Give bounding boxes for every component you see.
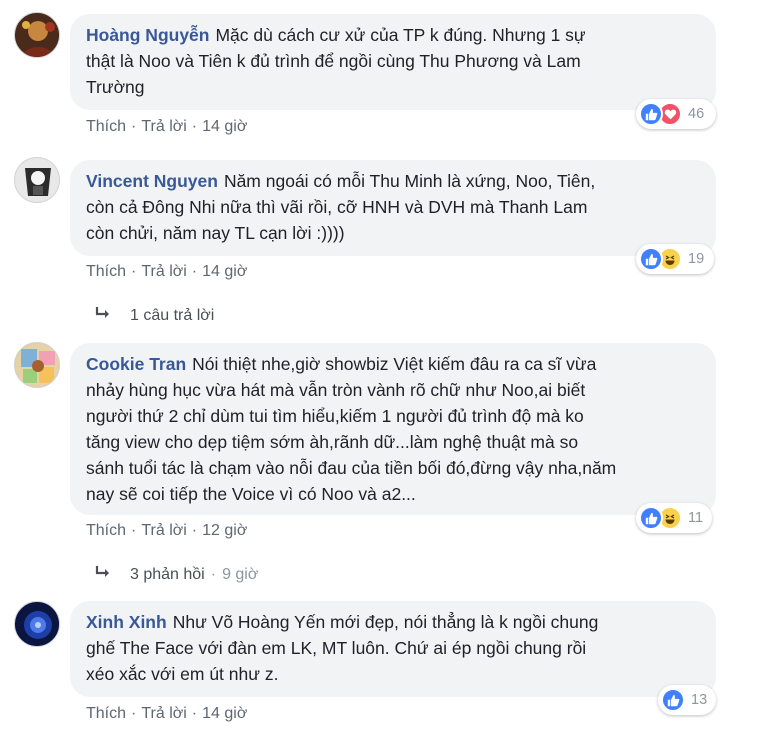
- reaction-count: 13: [691, 692, 708, 708]
- comment-text-line: nhảy hùng hục vừa hát mà vẫn tròn vành r…: [86, 380, 586, 400]
- comment-text-line: tăng view cho dẹp tiệm sớm àh,rãnh dữ...…: [86, 432, 579, 452]
- avatar[interactable]: [14, 12, 60, 58]
- reactions-summary[interactable]: 46: [636, 99, 716, 129]
- reactions-summary[interactable]: 13: [658, 685, 716, 715]
- replies-count-text[interactable]: 3 phản hồi: [130, 566, 205, 584]
- reaction-count: 19: [688, 251, 705, 267]
- like-link[interactable]: Thích: [86, 263, 126, 280]
- comment-text-line: nay sẽ coi tiếp the Voice vì có Noo và a…: [86, 484, 416, 504]
- separator-dot: ·: [191, 705, 198, 722]
- separator-dot: ·: [131, 263, 137, 280]
- comment-text-line: xéo xắc với em út như z.: [86, 664, 279, 684]
- comment-time[interactable]: 14 giờ: [202, 118, 247, 135]
- comment-bubble: Cookie Tran Nói thiệt nhe,giờ showbiz Việ…: [70, 343, 716, 515]
- reply-link[interactable]: Trả lời: [141, 522, 186, 539]
- reply-link[interactable]: Trả lời: [141, 118, 186, 135]
- comment-text-line: Trường: [86, 77, 145, 97]
- view-replies-link[interactable]: 3 phản hồi · 9 giờ: [94, 565, 258, 584]
- comment-text-line: sánh tuổi tác là chạm vào nỗi đau của ti…: [86, 458, 617, 478]
- comment-text-line: người thứ 2 chỉ dùm tui tìm hiểu,kiếm 1 …: [86, 406, 584, 426]
- separator-dot: ·: [131, 522, 137, 539]
- comment-actions: Thích · Trả lời · 14 giờ: [86, 117, 247, 137]
- comment-author[interactable]: Vincent Nguyen: [86, 171, 218, 191]
- avatar[interactable]: [14, 601, 60, 647]
- like-icon: [639, 247, 663, 271]
- reply-arrow-icon: [94, 565, 112, 584]
- comment-text-line: Năm ngoái có mỗi Thu Minh là xứng, Noo, …: [223, 171, 596, 191]
- reaction-count: 46: [688, 106, 705, 122]
- comment-text-line: ghế The Face với đàn em LK, MT luôn. Chứ…: [86, 638, 587, 658]
- comment-actions: Thích · Trả lời · 12 giờ: [86, 521, 247, 541]
- comment-bubble: Xinh Xinh Như Võ Hoàng Yến mới đẹp, nói t…: [70, 601, 716, 697]
- separator-dot: ·: [131, 118, 137, 135]
- comment-text-line: thật là Noo và Tiên k đủ trình để ngồi c…: [86, 51, 581, 71]
- comment-bubble: Hoàng Nguyễn Mặc dù cách cư xử của TP k đ…: [70, 14, 716, 110]
- comment-time[interactable]: 14 giờ: [202, 263, 247, 280]
- comment-author[interactable]: Hoàng Nguyễn: [86, 25, 209, 45]
- separator-dot: ·: [191, 263, 198, 280]
- comment-actions: Thích · Trả lời · 14 giờ: [86, 704, 247, 724]
- comment-author[interactable]: Xinh Xinh: [86, 612, 167, 632]
- reply-arrow-icon: [94, 306, 112, 325]
- like-link[interactable]: Thích: [86, 705, 126, 722]
- like-icon: [639, 102, 663, 126]
- comment-text-line: còn chửi, năm nay TL cạn lời :)))): [86, 223, 345, 243]
- comment-actions: Thích · Trả lời · 14 giờ: [86, 262, 247, 282]
- reactions-summary[interactable]: 19: [636, 244, 714, 274]
- reaction-count: 11: [688, 510, 704, 526]
- comment-time[interactable]: 14 giờ: [202, 705, 247, 722]
- comment-text-line: Như Võ Hoàng Yến mới đẹp, nói thẳng là k…: [172, 612, 599, 632]
- replies-time: 9 giờ: [222, 565, 259, 583]
- separator-dot: ·: [131, 705, 137, 722]
- separator-dot: ·: [210, 565, 217, 583]
- comment-time[interactable]: 12 giờ: [202, 522, 247, 539]
- comment-author[interactable]: Cookie Tran: [86, 354, 186, 374]
- avatar[interactable]: [14, 157, 60, 203]
- like-icon: [639, 506, 663, 530]
- comment-bubble: Vincent Nguyen Năm ngoái có mỗi Thu Minh …: [70, 160, 716, 256]
- avatar[interactable]: [14, 342, 60, 388]
- like-link[interactable]: Thích: [86, 522, 126, 539]
- reply-link[interactable]: Trả lời: [141, 263, 186, 280]
- reply-link[interactable]: Trả lời: [141, 705, 186, 722]
- separator-dot: ·: [191, 118, 198, 135]
- comment-text-line: Mặc dù cách cư xử của TP k đúng. Nhưng 1…: [215, 25, 586, 45]
- view-replies-link[interactable]: 1 câu trả lời: [94, 306, 214, 325]
- like-link[interactable]: Thích: [86, 118, 126, 135]
- comment-text-line: Nói thiệt nhe,giờ showbiz Việt kiếm đâu …: [192, 354, 597, 374]
- replies-count-text[interactable]: 1 câu trả lời: [130, 307, 214, 325]
- comment-text-line: còn cả Đông Nhi nữa thì vãi rồi, cỡ HNH …: [86, 197, 588, 217]
- like-icon: [661, 688, 685, 712]
- reactions-summary[interactable]: 11: [636, 503, 712, 533]
- separator-dot: ·: [191, 522, 198, 539]
